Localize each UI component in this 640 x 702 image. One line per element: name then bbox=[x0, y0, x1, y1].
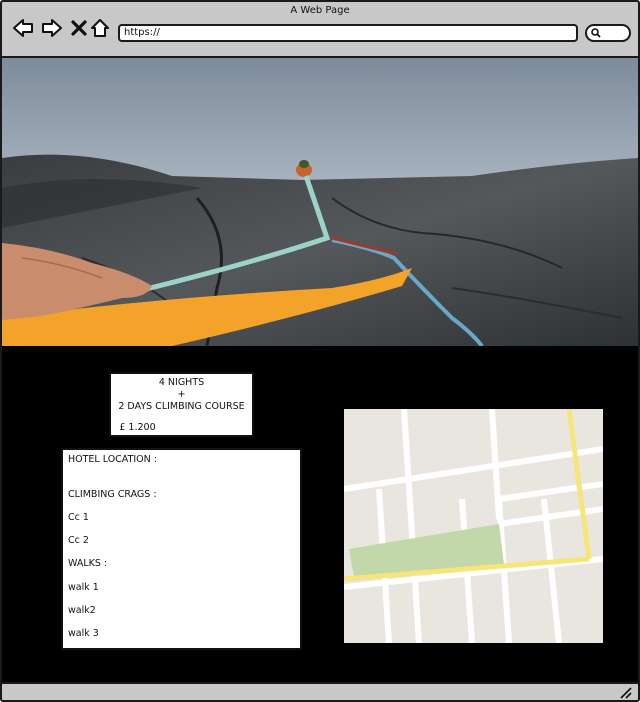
status-bar bbox=[2, 682, 638, 700]
url-field[interactable]: https:// bbox=[118, 24, 578, 42]
walks-heading: WALKS : bbox=[68, 558, 108, 569]
walk-item[interactable]: walk 1 bbox=[68, 582, 99, 593]
walk-item[interactable]: walk2 bbox=[68, 605, 96, 616]
browser-toolbar: A Web Page https:// bbox=[2, 2, 638, 58]
climbing-crags-heading: CLIMBING CRAGS : bbox=[68, 489, 157, 500]
info-panel: HOTEL LOCATION : CLIMBING CRAGS : Cc 1 C… bbox=[61, 448, 302, 650]
package-card: 4 NIGHTS + 2 DAYS CLIMBING COURSE £ 1.20… bbox=[109, 372, 254, 437]
search-icon bbox=[591, 28, 601, 38]
map-image[interactable] bbox=[344, 409, 603, 643]
crag-item[interactable]: Cc 1 bbox=[68, 512, 89, 523]
hero-climbing-image bbox=[2, 58, 638, 346]
walk-item[interactable]: walk 3 bbox=[68, 628, 99, 639]
forward-arrow-icon[interactable] bbox=[41, 17, 63, 39]
package-plus: + bbox=[177, 389, 186, 400]
back-arrow-icon[interactable] bbox=[12, 17, 34, 39]
browser-window: A Web Page https:// 4 NIGHTS + 2 DAYS CL… bbox=[0, 0, 640, 702]
close-icon[interactable] bbox=[68, 17, 90, 39]
home-icon[interactable] bbox=[89, 17, 111, 39]
package-price: £ 1.200 bbox=[119, 422, 156, 433]
window-title: A Web Page bbox=[290, 5, 350, 16]
search-field[interactable] bbox=[585, 24, 631, 42]
hotel-location-heading: HOTEL LOCATION : bbox=[68, 454, 157, 465]
resize-grip-icon[interactable] bbox=[619, 686, 632, 699]
package-course: 2 DAYS CLIMBING COURSE bbox=[118, 401, 245, 412]
crag-item[interactable]: Cc 2 bbox=[68, 535, 89, 546]
package-nights: 4 NIGHTS bbox=[158, 377, 205, 388]
